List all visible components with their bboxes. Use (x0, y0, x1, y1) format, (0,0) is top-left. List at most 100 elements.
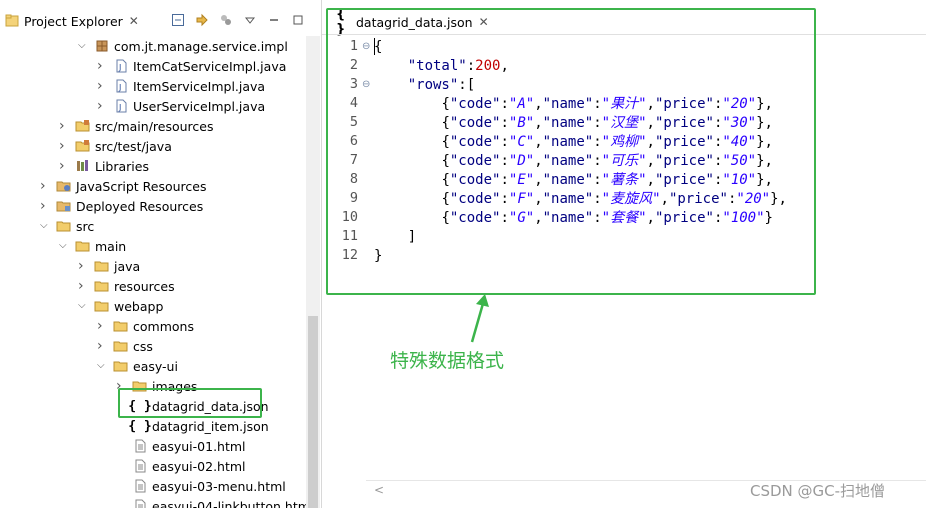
watermark: CSDN @GC-扫地僧 (750, 482, 886, 500)
collapse-all-icon[interactable] (170, 12, 186, 28)
chevron-right-icon[interactable]: › (78, 259, 88, 273)
tree-item[interactable]: › java (78, 256, 140, 276)
tree-item[interactable]: › J ItemCatServiceImpl.java (97, 56, 286, 76)
tree-item-label: easyui-03-menu.html (152, 478, 286, 494)
tree-item-label: JavaScript Resources (76, 178, 207, 194)
tree-item-label: src/test/java (95, 138, 172, 154)
annotation-label: 特殊数据格式 (390, 350, 505, 372)
chevron-right-icon[interactable]: › (97, 99, 107, 113)
explorer-scrollbar[interactable] (306, 36, 320, 508)
chevron-right-icon[interactable]: › (97, 79, 107, 93)
chevron-right-icon[interactable]: › (40, 199, 50, 213)
js-resources-icon (56, 178, 72, 194)
tree-item[interactable]: ⌵ main (59, 236, 126, 256)
chevron-right-icon[interactable]: › (97, 59, 107, 73)
tree-item-label: com.jt.manage.service.impl (114, 38, 288, 54)
tree-item[interactable]: easyui-01.html (116, 436, 246, 456)
chevron-down-icon[interactable]: ⌵ (97, 361, 107, 371)
tree-item[interactable]: › J UserServiceImpl.java (97, 96, 265, 116)
project-explorer-icon (4, 13, 20, 29)
tree-item[interactable]: › J ItemServiceImpl.java (97, 76, 265, 96)
tree-item-label: easyui-01.html (152, 438, 246, 454)
chevron-right-icon[interactable]: › (97, 319, 107, 333)
folder-icon (56, 218, 72, 234)
tree-item-label: ItemCatServiceImpl.java (133, 58, 287, 74)
java-file-icon: J (113, 98, 129, 114)
tree-item[interactable]: easyui-03-menu.html (116, 476, 286, 496)
explorer-header: Project Explorer ✕ (0, 0, 321, 32)
tree-item[interactable]: easyui-04-linkbutton.html (116, 496, 313, 508)
tree-item[interactable]: ⌵ com.jt.manage.service.impl (78, 36, 288, 56)
java-file-icon: J (113, 58, 129, 74)
minimize-icon[interactable] (266, 12, 282, 28)
tree-item[interactable]: ⌵ src (40, 216, 94, 236)
tree-item-label: src (76, 218, 95, 234)
tree-item-label: resources (114, 278, 175, 294)
project-explorer-panel: Project Explorer ✕ ⌵ com.jt.manage.servi… (0, 0, 321, 508)
scroll-left-icon[interactable]: < (374, 483, 384, 497)
explorer-scrollbar-thumb[interactable] (308, 316, 318, 508)
tree-item-label: datagrid_item.json (152, 418, 269, 434)
tree-item[interactable]: › commons (97, 316, 194, 336)
tree-item-label: easyui-02.html (152, 458, 246, 474)
tree-item-label: java (114, 258, 141, 274)
annotation-highlight-file (118, 388, 262, 418)
chevron-right-icon[interactable]: › (59, 159, 69, 173)
json-file-icon: { } (128, 418, 152, 434)
source-folder-icon (75, 138, 91, 154)
tree-item-label: commons (133, 318, 194, 334)
tree-item-label: src/main/resources (95, 118, 214, 134)
html-file-icon (132, 498, 148, 508)
chevron-right-icon[interactable]: › (59, 119, 69, 133)
html-file-icon (132, 458, 148, 474)
chevron-right-icon[interactable]: › (59, 139, 69, 153)
html-file-icon (132, 438, 148, 454)
tree-item-label: ItemServiceImpl.java (133, 78, 266, 94)
tree-item[interactable]: ⌵ easy-ui (97, 356, 178, 376)
java-file-icon: J (113, 78, 129, 94)
chevron-down-icon[interactable]: ⌵ (59, 241, 69, 251)
chevron-right-icon[interactable]: › (97, 339, 107, 353)
tree-item[interactable]: { } datagrid_item.json (116, 416, 269, 436)
tree-item[interactable]: › resources (78, 276, 175, 296)
explorer-tab-label: Project Explorer (24, 13, 123, 29)
link-with-editor-icon[interactable] (194, 12, 210, 28)
package-icon (94, 38, 110, 54)
tree-item[interactable]: easyui-02.html (116, 456, 246, 476)
chevron-right-icon[interactable]: › (78, 279, 88, 293)
explorer-toolbar (170, 12, 314, 28)
library-icon (75, 158, 91, 174)
tree-item[interactable]: › src/test/java (59, 136, 172, 156)
chevron-right-icon[interactable]: › (40, 179, 50, 193)
tree-item-label: easyui-04-linkbutton.html (152, 498, 314, 508)
maximize-icon[interactable] (290, 12, 306, 28)
project-explorer-tab[interactable]: Project Explorer ✕ (0, 10, 139, 32)
chevron-down-icon[interactable]: ⌵ (78, 41, 88, 51)
folder-icon (94, 258, 110, 274)
folder-icon (75, 238, 91, 254)
tree-item[interactable]: › Deployed Resources (40, 196, 203, 216)
tree-item-label: UserServiceImpl.java (133, 98, 266, 114)
tree-item[interactable]: › css (97, 336, 153, 356)
tree-item-label: css (133, 338, 153, 354)
annotation-arrow-icon (470, 294, 489, 343)
focus-icon[interactable] (218, 12, 234, 28)
view-menu-icon[interactable] (242, 12, 258, 28)
chevron-down-icon[interactable]: ⌵ (78, 301, 88, 311)
folder-icon (94, 298, 110, 314)
close-icon[interactable]: ✕ (129, 14, 139, 28)
chevron-down-icon[interactable]: ⌵ (40, 221, 50, 231)
tree-item[interactable]: › Libraries (59, 156, 149, 176)
annotation-highlight-editor (326, 8, 816, 295)
folder-icon (113, 358, 129, 374)
tree-item-label: easy-ui (133, 358, 178, 374)
tree-item[interactable]: ⌵ webapp (78, 296, 163, 316)
tree-item[interactable]: › src/main/resources (59, 116, 213, 136)
svg-text:J: J (118, 63, 121, 72)
tree-item-label: main (95, 238, 127, 254)
tree-item[interactable]: › JavaScript Resources (40, 176, 206, 196)
html-file-icon (132, 478, 148, 494)
